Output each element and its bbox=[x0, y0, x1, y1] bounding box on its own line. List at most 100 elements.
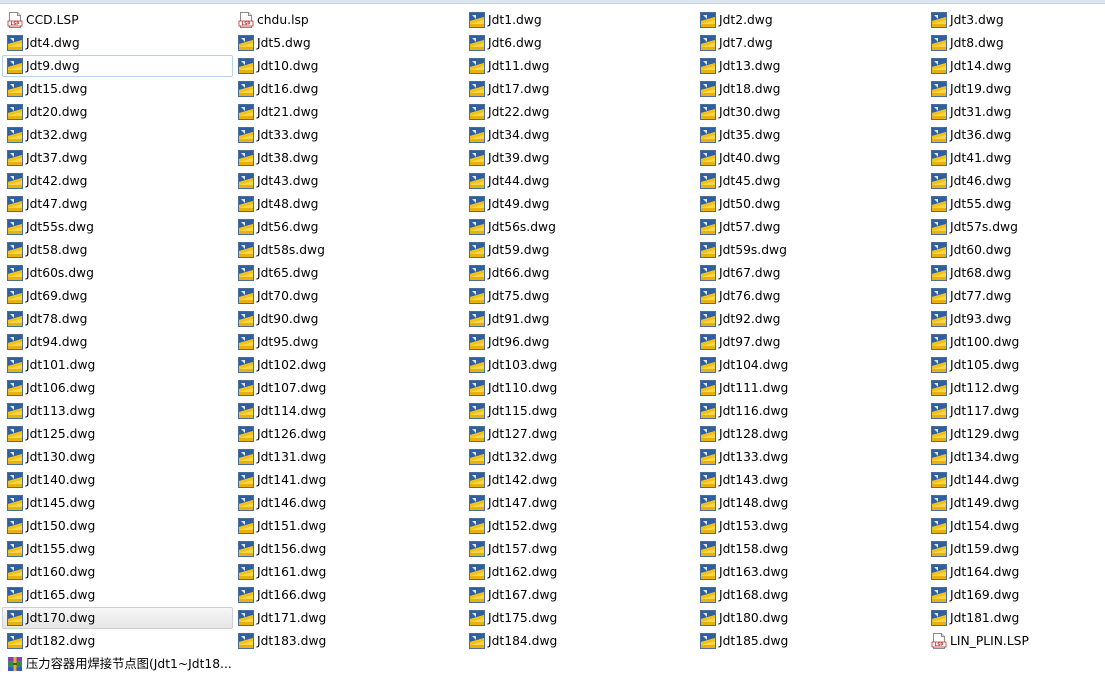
file-item[interactable]: Jdt100.dwg bbox=[926, 331, 1105, 353]
file-item[interactable]: Jdt110.dwg bbox=[464, 377, 695, 399]
file-item[interactable]: Jdt92.dwg bbox=[695, 308, 926, 330]
file-item[interactable]: Jdt133.dwg bbox=[695, 446, 926, 468]
file-item[interactable]: Jdt10.dwg bbox=[233, 55, 464, 77]
file-item[interactable]: Jdt57s.dwg bbox=[926, 216, 1105, 238]
file-item[interactable]: Jdt66.dwg bbox=[464, 262, 695, 284]
file-item[interactable]: Jdt32.dwg bbox=[2, 124, 233, 146]
file-item[interactable]: Jdt158.dwg bbox=[695, 538, 926, 560]
file-item[interactable]: Jdt69.dwg bbox=[2, 285, 233, 307]
file-item[interactable]: Jdt95.dwg bbox=[233, 331, 464, 353]
file-item[interactable]: Jdt50.dwg bbox=[695, 193, 926, 215]
file-item[interactable]: Jdt150.dwg bbox=[2, 515, 233, 537]
file-item[interactable]: Jdt30.dwg bbox=[695, 101, 926, 123]
file-item[interactable]: Jdt77.dwg bbox=[926, 285, 1105, 307]
file-item[interactable]: Jdt58s.dwg bbox=[233, 239, 464, 261]
file-item[interactable]: Jdt168.dwg bbox=[695, 584, 926, 606]
file-item[interactable]: Jdt165.dwg bbox=[2, 584, 233, 606]
file-item[interactable]: Jdt116.dwg bbox=[695, 400, 926, 422]
file-item[interactable]: Jdt146.dwg bbox=[233, 492, 464, 514]
file-item[interactable]: Jdt130.dwg bbox=[2, 446, 233, 468]
file-item[interactable]: Jdt155.dwg bbox=[2, 538, 233, 560]
file-item[interactable]: Jdt6.dwg bbox=[464, 32, 695, 54]
file-item[interactable]: Jdt78.dwg bbox=[2, 308, 233, 330]
file-item[interactable]: Jdt97.dwg bbox=[695, 331, 926, 353]
file-item[interactable]: Jdt114.dwg bbox=[233, 400, 464, 422]
file-item[interactable]: Jdt5.dwg bbox=[233, 32, 464, 54]
file-item[interactable]: Jdt127.dwg bbox=[464, 423, 695, 445]
file-item[interactable]: Jdt145.dwg bbox=[2, 492, 233, 514]
file-item[interactable]: Jdt33.dwg bbox=[233, 124, 464, 146]
file-item[interactable]: Jdt59s.dwg bbox=[695, 239, 926, 261]
file-item[interactable]: Jdt160.dwg bbox=[2, 561, 233, 583]
file-item[interactable]: Jdt13.dwg bbox=[695, 55, 926, 77]
file-item[interactable]: Jdt60s.dwg bbox=[2, 262, 233, 284]
file-item[interactable]: Jdt36.dwg bbox=[926, 124, 1105, 146]
file-item[interactable]: Jdt153.dwg bbox=[695, 515, 926, 537]
file-item[interactable]: Jdt111.dwg bbox=[695, 377, 926, 399]
file-item[interactable]: Jdt94.dwg bbox=[2, 331, 233, 353]
file-item[interactable]: Jdt15.dwg bbox=[2, 78, 233, 100]
file-item[interactable]: Jdt149.dwg bbox=[926, 492, 1105, 514]
file-item[interactable]: Jdt175.dwg bbox=[464, 607, 695, 629]
file-item[interactable]: Jdt55s.dwg bbox=[2, 216, 233, 238]
file-item[interactable]: Jdt90.dwg bbox=[233, 308, 464, 330]
file-item[interactable]: Jdt159.dwg bbox=[926, 538, 1105, 560]
file-item[interactable]: Jdt142.dwg bbox=[464, 469, 695, 491]
file-item[interactable]: Jdt144.dwg bbox=[926, 469, 1105, 491]
file-item[interactable]: Jdt56s.dwg bbox=[464, 216, 695, 238]
file-item[interactable]: Jdt113.dwg bbox=[2, 400, 233, 422]
file-item[interactable]: Jdt60.dwg bbox=[926, 239, 1105, 261]
file-item[interactable]: Jdt102.dwg bbox=[233, 354, 464, 376]
file-item[interactable]: Jdt91.dwg bbox=[464, 308, 695, 330]
file-item[interactable]: Jdt18.dwg bbox=[695, 78, 926, 100]
file-item[interactable]: Jdt107.dwg bbox=[233, 377, 464, 399]
file-item[interactable]: Jdt56.dwg bbox=[233, 216, 464, 238]
file-item[interactable]: Jdt148.dwg bbox=[695, 492, 926, 514]
file-item[interactable]: Jdt161.dwg bbox=[233, 561, 464, 583]
file-item[interactable]: Jdt22.dwg bbox=[464, 101, 695, 123]
file-item[interactable]: Jdt169.dwg bbox=[926, 584, 1105, 606]
file-item[interactable]: Jdt151.dwg bbox=[233, 515, 464, 537]
file-item[interactable]: Jdt2.dwg bbox=[695, 9, 926, 31]
file-item[interactable]: Jdt166.dwg bbox=[233, 584, 464, 606]
file-item[interactable]: Jdt46.dwg bbox=[926, 170, 1105, 192]
file-item[interactable]: Jdt67.dwg bbox=[695, 262, 926, 284]
file-item[interactable]: Jdt93.dwg bbox=[926, 308, 1105, 330]
file-item[interactable]: Jdt163.dwg bbox=[695, 561, 926, 583]
file-item[interactable]: Jdt20.dwg bbox=[2, 101, 233, 123]
file-item[interactable]: Jdt38.dwg bbox=[233, 147, 464, 169]
file-item[interactable]: Jdt134.dwg bbox=[926, 446, 1105, 468]
file-item[interactable]: LSP chdu.lsp bbox=[233, 9, 464, 31]
file-item[interactable]: Jdt34.dwg bbox=[464, 124, 695, 146]
file-item[interactable]: Jdt171.dwg bbox=[233, 607, 464, 629]
file-item[interactable]: Jdt58.dwg bbox=[2, 239, 233, 261]
file-item[interactable]: Jdt21.dwg bbox=[233, 101, 464, 123]
file-item[interactable]: Jdt170.dwg bbox=[2, 607, 233, 629]
file-item[interactable]: Jdt1.dwg bbox=[464, 9, 695, 31]
file-item[interactable]: Jdt3.dwg bbox=[926, 9, 1105, 31]
file-item[interactable]: Jdt16.dwg bbox=[233, 78, 464, 100]
file-item[interactable]: Jdt164.dwg bbox=[926, 561, 1105, 583]
file-item[interactable]: Jdt43.dwg bbox=[233, 170, 464, 192]
file-item[interactable]: Jdt125.dwg bbox=[2, 423, 233, 445]
file-item[interactable]: Jdt117.dwg bbox=[926, 400, 1105, 422]
file-item[interactable]: Jdt132.dwg bbox=[464, 446, 695, 468]
file-item[interactable]: Jdt182.dwg bbox=[2, 630, 233, 652]
file-item[interactable]: Jdt128.dwg bbox=[695, 423, 926, 445]
file-item[interactable]: Jdt167.dwg bbox=[464, 584, 695, 606]
file-item[interactable]: Jdt31.dwg bbox=[926, 101, 1105, 123]
file-item[interactable]: Jdt126.dwg bbox=[233, 423, 464, 445]
file-item[interactable]: Jdt40.dwg bbox=[695, 147, 926, 169]
file-item[interactable]: Jdt154.dwg bbox=[926, 515, 1105, 537]
file-item[interactable]: Jdt76.dwg bbox=[695, 285, 926, 307]
file-item[interactable]: Jdt181.dwg bbox=[926, 607, 1105, 629]
file-item[interactable]: Jdt44.dwg bbox=[464, 170, 695, 192]
file-item[interactable]: Jdt112.dwg bbox=[926, 377, 1105, 399]
file-item[interactable]: Jdt68.dwg bbox=[926, 262, 1105, 284]
file-item[interactable]: Jdt70.dwg bbox=[233, 285, 464, 307]
file-item[interactable]: Jdt180.dwg bbox=[695, 607, 926, 629]
file-item[interactable]: Jdt49.dwg bbox=[464, 193, 695, 215]
file-item[interactable]: Jdt35.dwg bbox=[695, 124, 926, 146]
file-item[interactable]: Jdt4.dwg bbox=[2, 32, 233, 54]
file-item[interactable]: Jdt183.dwg bbox=[233, 630, 464, 652]
